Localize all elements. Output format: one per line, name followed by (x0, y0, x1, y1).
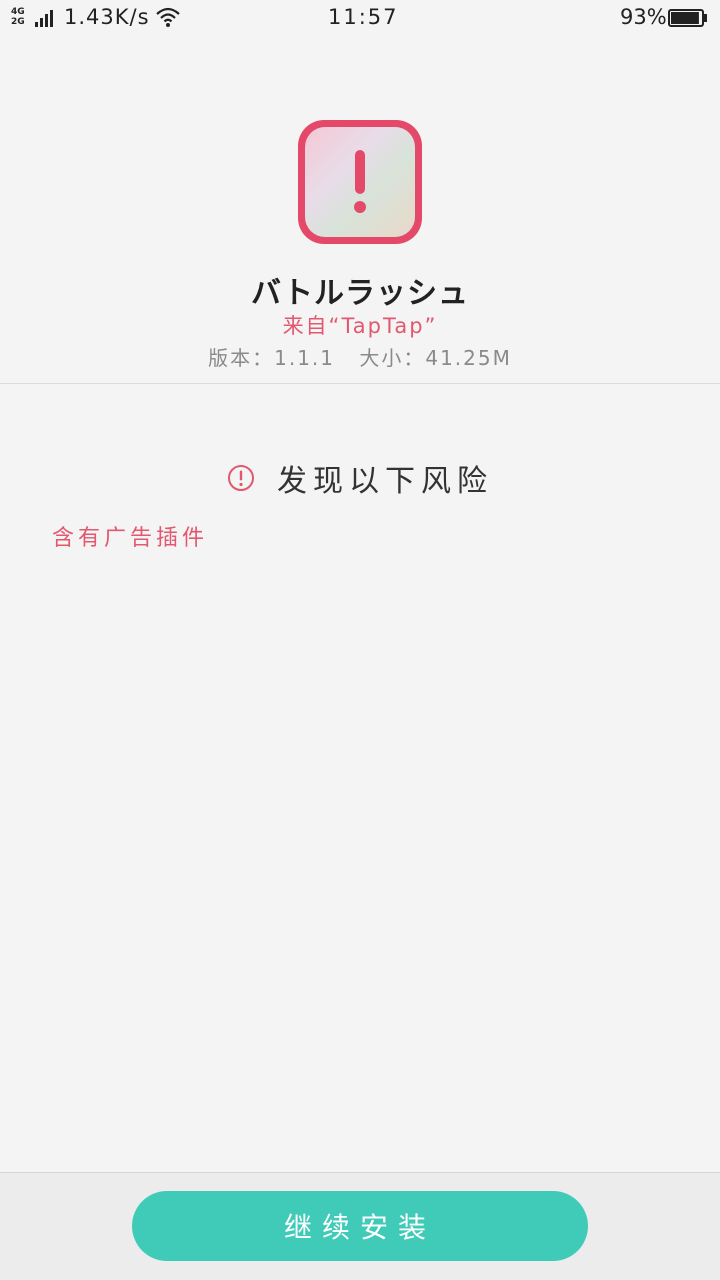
signal-icon (35, 10, 53, 27)
network-type: 4G 2G (11, 7, 33, 29)
risk-title: 发现以下风险 (277, 464, 493, 499)
status-bar: 4G 2G 1.43K/s 11:57 93% (0, 0, 720, 36)
continue-install-button[interactable]: 继续安装 (132, 1191, 588, 1261)
network-type-bottom: 2G (11, 17, 25, 27)
app-icon-image (305, 127, 415, 237)
app-source: 来自“TapTap” (282, 314, 438, 338)
app-warning-icon (354, 150, 366, 213)
alert-circle-icon (228, 465, 254, 491)
divider (0, 383, 720, 384)
battery-percent: 93% (620, 5, 667, 29)
battery-icon (668, 9, 707, 27)
clock: 11:57 (328, 5, 399, 29)
net-speed: 1.43K/s (64, 5, 150, 29)
network-type-top: 4G (11, 7, 25, 17)
size-info: 大小：41.25M (359, 346, 512, 370)
risk-header: 发现以下风险 (0, 458, 720, 499)
size-value: 41.25M (425, 346, 512, 370)
app-name: バトルラッシュ (251, 276, 469, 311)
wifi-icon (156, 7, 180, 27)
version-value: 1.1.1 (274, 346, 335, 370)
app-icon (298, 120, 422, 244)
risk-item: 含有广告插件 (52, 526, 209, 551)
app-meta: 版本：1.1.1 大小：41.25M (0, 342, 720, 371)
version-label: 版本： (208, 346, 275, 370)
size-label: 大小： (359, 346, 426, 370)
version-info: 版本：1.1.1 (208, 346, 335, 370)
